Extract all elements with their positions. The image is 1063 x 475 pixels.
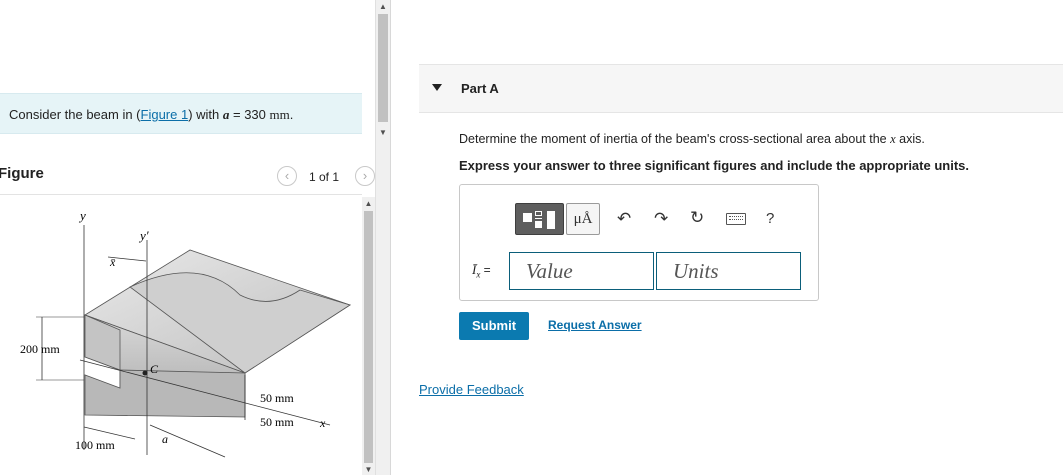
keyboard-keys-row2	[729, 219, 743, 221]
templates-icon-col	[547, 211, 555, 229]
main-scroll-up-icon[interactable]: ▲	[377, 2, 389, 11]
scroll-up-arrow-icon[interactable]: ▲	[362, 199, 375, 208]
reset-icon[interactable]: ↻	[690, 208, 704, 228]
templates-icon-bar	[535, 218, 542, 219]
answer-label: Īx =	[472, 262, 491, 280]
problem-suffix: ) with	[188, 107, 223, 122]
main-scrollbar[interactable]: ▲ ▼	[375, 0, 391, 475]
beam-figure: y y′ x̄ C a x 200 mm 100 mm 50 mm 50 mm	[20, 208, 351, 458]
templates-icon	[523, 213, 532, 222]
chevron-left-icon: ‹	[284, 168, 290, 183]
main-scroll-thumb[interactable]	[378, 14, 388, 122]
request-answer-link[interactable]: Request Answer	[548, 318, 642, 332]
keyboard-icon[interactable]	[726, 213, 746, 225]
dim-50a-label: 50 mm	[260, 391, 294, 405]
chevron-right-icon: ›	[362, 168, 368, 183]
figure-counter: 1 of 1	[309, 170, 340, 184]
units-button[interactable]: μÅ	[566, 203, 600, 235]
a-label: a	[162, 432, 168, 446]
figure-link[interactable]: Figure 1	[141, 107, 189, 122]
scroll-down-arrow-icon[interactable]: ▼	[362, 465, 375, 474]
x-bar-label: x̄	[109, 255, 116, 269]
problem-unit: mm	[269, 107, 290, 122]
help-button[interactable]: ?	[766, 210, 774, 227]
problem-end: .	[289, 107, 294, 122]
provide-feedback-link[interactable]: Provide Feedback	[419, 382, 524, 397]
dim-50b-label: 50 mm	[260, 415, 294, 429]
figure-scrollbar[interactable]: ▲ ▼	[362, 197, 375, 475]
answer-label-eq: =	[480, 263, 491, 277]
keyboard-keys-row1	[729, 216, 743, 218]
question-text: Determine the moment of inertia of the b…	[459, 132, 925, 147]
y-prime-axis-label: y′	[138, 228, 149, 243]
next-figure-button[interactable]: ›	[355, 166, 375, 186]
part-header[interactable]	[419, 64, 1063, 113]
beam-web-face	[84, 369, 246, 418]
submit-button[interactable]: Submit	[459, 312, 529, 340]
figure-heading: Figure	[0, 165, 44, 182]
x-axis-label: x	[319, 416, 326, 430]
problem-statement: Consider the beam in (Figure 1) with a =…	[0, 93, 362, 134]
y-axis-label: y	[78, 208, 86, 223]
part-title[interactable]: Part A	[461, 81, 499, 96]
main-scroll-down-icon[interactable]: ▼	[377, 128, 389, 137]
undo-icon[interactable]: ↶	[617, 209, 631, 229]
templates-icon-box	[535, 211, 542, 216]
units-input[interactable]: Units	[656, 252, 801, 290]
redo-icon[interactable]: ↷	[654, 209, 668, 229]
templates-button[interactable]	[515, 203, 564, 235]
question-prefix: Determine the moment of inertia of the b…	[459, 132, 891, 146]
problem-prefix: Consider the beam in (	[9, 107, 141, 122]
figure-scroll-thumb[interactable]	[364, 211, 373, 463]
instruction-text: Express your answer to three significant…	[459, 158, 969, 173]
caret-down-icon[interactable]	[432, 84, 442, 91]
centroid-point	[142, 370, 148, 376]
problem-eq: = 330	[229, 107, 270, 122]
dim-100-label: 100 mm	[75, 438, 115, 452]
question-suffix: axis.	[895, 132, 925, 146]
prev-figure-button[interactable]: ‹	[277, 166, 297, 186]
centroid-label: C	[150, 362, 159, 376]
dim-200-label: 200 mm	[20, 342, 60, 356]
value-input[interactable]: Value	[509, 252, 654, 290]
templates-icon-sq	[535, 221, 542, 228]
